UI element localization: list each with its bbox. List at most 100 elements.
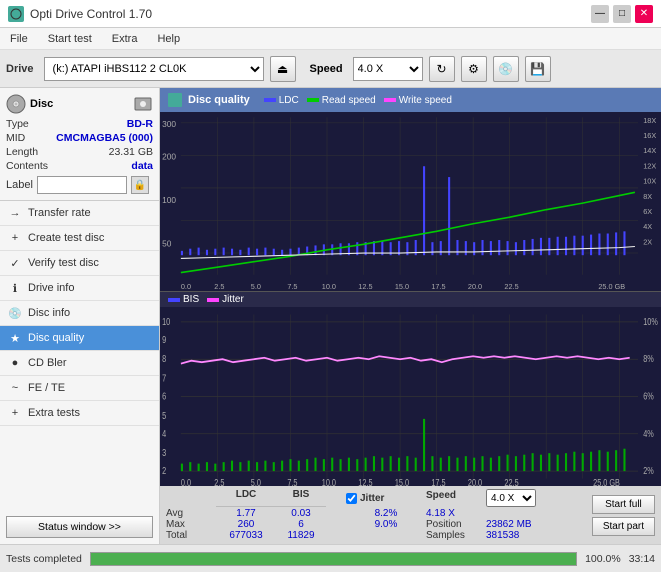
- disc-mid-value: CMCMAGBA5 (000): [56, 132, 153, 144]
- stats-table: LDC BIS Jitter Speed 4.0 X: [166, 489, 588, 541]
- legend-jitter-color: [207, 298, 219, 302]
- speed-label: Speed: [310, 63, 343, 75]
- legend-bis: BIS: [168, 294, 199, 305]
- total-label: Total: [166, 530, 216, 541]
- maximize-button[interactable]: □: [613, 5, 631, 23]
- legend-write-speed: Write speed: [384, 95, 452, 106]
- bottom-bar: Tests completed 100.0% 33:14: [0, 544, 661, 572]
- svg-text:2X: 2X: [643, 237, 652, 246]
- stats-header-speed2: 4.0 X: [486, 489, 536, 507]
- disc-label-btn[interactable]: 🔒: [131, 176, 149, 194]
- disc-quality-label: Disc quality: [28, 332, 84, 344]
- svg-text:300: 300: [162, 119, 176, 129]
- svg-text:5.0: 5.0: [251, 282, 261, 291]
- drive-label: Drive: [6, 63, 34, 75]
- main-area: Disc Type BD-R MID CMCMAGBA5 (000) Lengt…: [0, 88, 661, 544]
- content-header-icon: [168, 93, 182, 107]
- sidebar-item-extra-tests[interactable]: + Extra tests: [0, 401, 159, 426]
- avg-label: Avg: [166, 508, 216, 519]
- refresh-button[interactable]: ↻: [429, 56, 455, 82]
- toolbar: Drive (k:) ATAPI iHBS112 2 CL0K ⏏ Speed …: [0, 50, 661, 88]
- svg-text:10.0: 10.0: [322, 282, 336, 291]
- start-part-button[interactable]: Start part: [592, 517, 655, 536]
- extra-tests-label: Extra tests: [28, 407, 80, 419]
- stats-total-row: Total 677033 11829 Samples 381538: [166, 530, 588, 541]
- max-ldc: 260: [216, 519, 276, 530]
- start-full-button[interactable]: Start full: [592, 495, 655, 514]
- disc-icon: [6, 94, 26, 114]
- transfer-rate-label: Transfer rate: [28, 207, 91, 219]
- svg-text:0.0: 0.0: [181, 282, 191, 291]
- drive-select[interactable]: (k:) ATAPI iHBS112 2 CL0K: [44, 57, 264, 81]
- speed-stat-label: Speed: [426, 490, 456, 501]
- sidebar: Disc Type BD-R MID CMCMAGBA5 (000) Lengt…: [0, 88, 160, 544]
- disc-mid-row: MID CMCMAGBA5 (000): [6, 132, 153, 144]
- sidebar-item-fe-te[interactable]: ~ FE / TE: [0, 376, 159, 401]
- svg-text:7.5: 7.5: [287, 477, 297, 486]
- sidebar-item-verify-test-disc[interactable]: ✓ Verify test disc: [0, 251, 159, 276]
- svg-text:20.0: 20.0: [468, 282, 482, 291]
- disc-length-value: 23.31 GB: [109, 146, 153, 158]
- close-button[interactable]: ✕: [635, 5, 653, 23]
- disc-label-row: Label 🔒: [6, 176, 153, 194]
- sidebar-item-drive-info[interactable]: ℹ Drive info: [0, 276, 159, 301]
- sidebar-item-transfer-rate[interactable]: → Transfer rate: [0, 201, 159, 226]
- svg-text:10: 10: [162, 316, 170, 328]
- app-title: Opti Drive Control 1.70: [30, 7, 152, 21]
- status-window-button[interactable]: Status window >>: [6, 516, 153, 538]
- titlebar-controls: — □ ✕: [591, 5, 653, 23]
- menu-file[interactable]: File: [6, 31, 32, 47]
- position-label: Position: [426, 519, 486, 530]
- svg-text:10%: 10%: [643, 316, 658, 328]
- disc-type-row: Type BD-R: [6, 118, 153, 130]
- svg-text:25.0 GB: 25.0 GB: [598, 282, 625, 291]
- disc-label-input[interactable]: [37, 176, 127, 194]
- bottom-chart: 10 9 8 7 6 5 4 3 2 10% 8% 6% 4% 2%: [160, 307, 661, 486]
- samples-label: Samples: [426, 530, 486, 541]
- svg-text:7.5: 7.5: [287, 282, 297, 291]
- disc-quality-icon: ★: [8, 331, 22, 345]
- legend-bis-color: [168, 298, 180, 302]
- stats-header-gap: [326, 489, 346, 507]
- charts-container: 300 200 100 50 18X 16X 14X 12X 10X 8X 6X…: [160, 112, 661, 544]
- speed-select[interactable]: 4.0 X: [353, 57, 423, 81]
- sidebar-item-cd-bler[interactable]: ● CD Bler: [0, 351, 159, 376]
- svg-text:17.5: 17.5: [431, 477, 445, 486]
- sidebar-item-create-test-disc[interactable]: + Create test disc: [0, 226, 159, 251]
- content-title: Disc quality: [188, 94, 250, 106]
- disc-contents-value: data: [131, 160, 153, 172]
- sidebar-item-disc-quality[interactable]: ★ Disc quality: [0, 326, 159, 351]
- legend-write-speed-label: Write speed: [399, 95, 452, 106]
- speed-select-stats[interactable]: 4.0 X: [486, 489, 536, 507]
- svg-text:0.0: 0.0: [181, 477, 191, 486]
- svg-text:17.5: 17.5: [431, 282, 445, 291]
- stats-bar: LDC BIS Jitter Speed 4.0 X: [160, 486, 661, 544]
- total-ldc: 677033: [216, 530, 276, 541]
- progress-percent: 100.0%: [585, 553, 621, 565]
- jitter-checkbox-label: Jitter: [360, 493, 384, 504]
- menu-help[interactable]: Help: [153, 31, 184, 47]
- settings-button[interactable]: ⚙: [461, 56, 487, 82]
- fe-te-label: FE / TE: [28, 382, 65, 394]
- sidebar-item-disc-info[interactable]: 💿 Disc info: [0, 301, 159, 326]
- save-button[interactable]: 💾: [525, 56, 551, 82]
- legend-jitter: Jitter: [207, 294, 244, 305]
- progress-bar-fill: [91, 553, 576, 565]
- legend-ldc-color: [264, 98, 276, 102]
- action-buttons: Start full Start part: [592, 489, 655, 541]
- max-bis: 6: [276, 519, 326, 530]
- chart-legend-top: LDC Read speed Write speed: [264, 95, 452, 106]
- menu-start-test[interactable]: Start test: [44, 31, 96, 47]
- stats-header-speed: Speed: [426, 489, 486, 507]
- create-test-disc-label: Create test disc: [28, 232, 104, 244]
- total-samples: 381538: [486, 530, 546, 541]
- jitter-checkbox[interactable]: [346, 493, 357, 504]
- disc-icon-btn[interactable]: 💿: [493, 56, 519, 82]
- eject-button[interactable]: ⏏: [270, 56, 296, 82]
- svg-text:12.5: 12.5: [358, 477, 372, 486]
- menu-extra[interactable]: Extra: [108, 31, 142, 47]
- svg-text:100: 100: [162, 195, 176, 205]
- legend-bis-label: BIS: [183, 294, 199, 305]
- minimize-button[interactable]: —: [591, 5, 609, 23]
- svg-text:22.5: 22.5: [504, 477, 518, 486]
